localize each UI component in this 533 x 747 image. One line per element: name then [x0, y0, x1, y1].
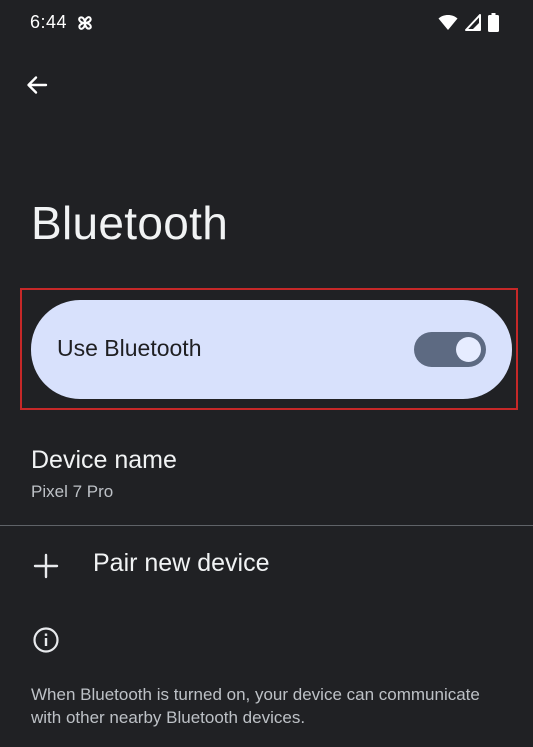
bluetooth-toggle[interactable]: [414, 332, 486, 367]
pair-new-device-row[interactable]: Pair new device: [0, 527, 533, 603]
back-arrow-icon: [27, 76, 48, 94]
signal-icon: [465, 14, 481, 31]
status-time: 6:44: [30, 12, 68, 32]
device-name-row[interactable]: Device name Pixel 7 Pro: [0, 430, 533, 524]
info-text: When Bluetooth is turned on, your device…: [31, 685, 480, 727]
info-icon: [33, 627, 59, 653]
page-title: Bluetooth: [31, 197, 229, 249]
battery-icon: [488, 13, 499, 32]
status-bar: 6:44: [0, 0, 533, 48]
use-bluetooth-switch-bar[interactable]: Use Bluetooth: [31, 300, 512, 399]
device-name-title: Device name: [31, 446, 177, 474]
wifi-icon: [438, 15, 458, 30]
toggle-thumb: [456, 337, 481, 362]
status-icons: [438, 13, 499, 32]
pair-new-device-label: Pair new device: [93, 549, 270, 577]
pinwheel-icon: [78, 16, 92, 30]
divider: [0, 525, 533, 526]
back-button[interactable]: [20, 68, 54, 102]
plus-icon: [33, 553, 59, 579]
use-bluetooth-label: Use Bluetooth: [57, 335, 202, 361]
device-name-value: Pixel 7 Pro: [31, 482, 114, 501]
